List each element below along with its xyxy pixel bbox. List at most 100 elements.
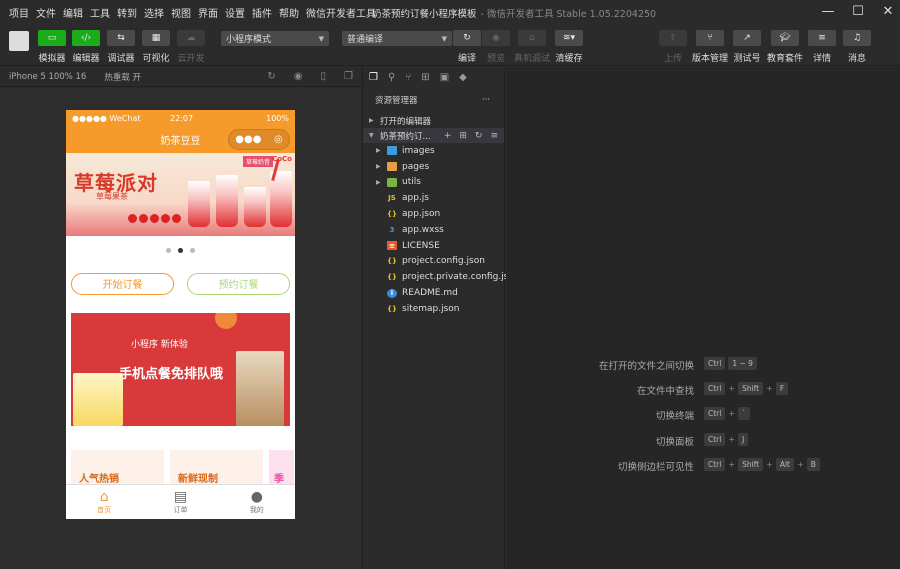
tab-profile[interactable]: ● 我的 (219, 485, 295, 519)
mini-program-capsule: ●●● ◎ (228, 129, 290, 150)
remote-debug-button[interactable]: ⌂ (518, 30, 546, 46)
menu-edit[interactable]: 编辑 (63, 5, 83, 20)
tree-item-label: project.private.config.js... (401, 272, 517, 283)
avatar[interactable] (9, 31, 29, 51)
upload-button[interactable]: ⇪ (659, 30, 687, 46)
tree-file-sitemap[interactable]: {} sitemap.json (363, 301, 504, 317)
version-button[interactable]: ⑂ (696, 30, 724, 46)
simulator-button[interactable]: ▭ (38, 30, 66, 46)
visual-button[interactable]: ▦ (142, 30, 170, 46)
maximize-icon[interactable]: ☐ (843, 4, 873, 19)
activity-bar: ❐ ⚲ ⑂ ⊞ ▣ ◆ (363, 67, 504, 87)
menu-file[interactable]: 文件 (36, 5, 56, 20)
chevron-down-icon: ▼ (369, 132, 374, 139)
promo-head: 小程序 新体验 (131, 340, 188, 350)
rotate-icon[interactable]: ↻ (267, 71, 275, 82)
files-icon[interactable]: ❐ (369, 72, 378, 83)
project-section[interactable]: ▼ 奶茶预约订... + ⊞ ↻ ≡ (363, 128, 504, 143)
carousel-dot[interactable] (166, 247, 171, 253)
category-label: 人气热销 (79, 474, 119, 485)
branch-icon: ⑂ (707, 33, 713, 43)
detach-window-icon[interactable]: ❐ (344, 71, 353, 82)
compile-select[interactable]: 普通编译 ▼ (342, 31, 452, 46)
menu-lines-icon: ≡ (818, 33, 826, 43)
open-editors-section[interactable]: ▶ 打开的编辑器 (363, 113, 504, 128)
graduation-cap-icon: 🎓︎ (779, 33, 791, 43)
compile-button[interactable]: ↻ (453, 30, 481, 46)
more-actions-icon[interactable]: ··· (482, 95, 490, 105)
more-dots-icon[interactable]: ●●● (235, 134, 261, 145)
tree-item-label: app.json (402, 209, 441, 220)
tree-file-project-config[interactable]: {} project.config.json (363, 254, 504, 270)
shortcut-keys: Ctrl + Shift + Alt + B (704, 458, 820, 471)
extensions-icon[interactable]: ⊞ (421, 72, 429, 83)
debug-panel-icon[interactable]: ▣ (440, 72, 449, 83)
close-circle-icon[interactable]: ◎ (274, 134, 283, 145)
tree-file-readme[interactable]: i README.md (363, 285, 504, 301)
tree-folder-utils[interactable]: ▶ utils (363, 175, 504, 191)
tree-file-app-wxss[interactable]: 3 app.wxss (363, 222, 504, 238)
key: J (738, 433, 749, 446)
source-control-icon[interactable]: ⑂ (405, 72, 411, 83)
editor-label: 编辑器 (72, 54, 100, 64)
start-order-button[interactable]: 开始订餐 (71, 272, 174, 295)
messages-button[interactable]: ♫ (843, 30, 871, 46)
json-file-icon: {} (387, 304, 397, 313)
test-account-button[interactable]: ↗ (733, 30, 761, 46)
tree-file-app-js[interactable]: JS app.js (363, 190, 504, 206)
carousel-dot-active[interactable] (178, 247, 183, 253)
simulator-actions: ↻ ◉ ▯ ❐ (267, 71, 353, 82)
device-select[interactable]: iPhone 5 100% 16 (9, 72, 86, 82)
mode-select[interactable]: 小程序模式 ▼ (221, 31, 329, 46)
refresh-icon: ↻ (463, 33, 471, 43)
user-icon: ● (250, 489, 263, 505)
minimize-icon[interactable]: — (813, 4, 843, 19)
tree-folder-images[interactable]: ▶ images (363, 143, 504, 159)
tab-home[interactable]: ⌂ 首页 (66, 485, 142, 519)
menu-goto[interactable]: 转到 (117, 5, 137, 20)
tab-orders[interactable]: ▤ 订单 (142, 485, 218, 519)
visual-label: 可视化 (142, 54, 170, 64)
banner-carousel[interactable]: 草莓派对 草莓果茶 草莓奶昔 CoCo (66, 153, 295, 236)
toolbar: ▭ 模拟器 ‹/› 编辑器 ⇆ 调试器 ▦ 可视化 ☁ 云开发 小程序模式 ▼ 普… (0, 24, 900, 66)
menu-interface[interactable]: 界面 (198, 5, 218, 20)
record-icon[interactable]: ◉ (294, 71, 303, 82)
collapse-all-icon[interactable]: ≡ (490, 131, 498, 141)
cloud-label: 云开发 (177, 54, 205, 64)
carousel-dot[interactable] (190, 247, 195, 253)
tree-folder-pages[interactable]: ▶ pages (363, 159, 504, 175)
hot-reload-toggle[interactable]: 热重载 开 (104, 71, 141, 83)
new-file-icon[interactable]: + (444, 131, 452, 141)
tree-file-app-json[interactable]: {} app.json (363, 206, 504, 222)
cloud-button[interactable]: ☁ (177, 30, 205, 46)
close-icon[interactable]: ✕ (873, 4, 900, 19)
tree-item-label: LICENSE (402, 240, 440, 251)
menu-view[interactable]: 视图 (171, 5, 191, 20)
key: B (806, 458, 820, 471)
editor-button[interactable]: ‹/› (72, 30, 100, 46)
menu-wechat-devtools[interactable]: 微信开发者工具 (306, 5, 376, 20)
menu-project[interactable]: 项目 (9, 5, 29, 20)
preview-button[interactable]: ◉ (482, 30, 510, 46)
search-icon[interactable]: ⚲ (388, 72, 395, 83)
menu-select[interactable]: 选择 (144, 5, 164, 20)
menu-help[interactable]: 帮助 (279, 5, 299, 20)
phone-icon[interactable]: ▯ (321, 71, 327, 82)
order-list-icon: ▤ (173, 489, 188, 505)
refresh-icon[interactable]: ↻ (475, 131, 483, 141)
menu-tools[interactable]: 工具 (90, 5, 110, 20)
details-button[interactable]: ≡ (808, 30, 836, 46)
clear-cache-button[interactable]: ≋▾ (555, 30, 583, 46)
cloud-icon: ☁ (186, 33, 196, 43)
menu-settings[interactable]: 设置 (225, 5, 245, 20)
menu-plugins[interactable]: 插件 (252, 5, 272, 20)
reserve-order-button[interactable]: 预约订餐 (187, 272, 290, 295)
tree-file-license[interactable]: ≡ LICENSE (363, 238, 504, 254)
promo-banner[interactable]: 小程序 新体验 手机点餐免排队哦 (71, 313, 290, 426)
docker-icon[interactable]: ◆ (459, 72, 467, 83)
key: 1 ~ 9 (728, 357, 757, 370)
tree-file-project-private-config[interactable]: {} project.private.config.js... (363, 269, 517, 285)
new-folder-icon[interactable]: ⊞ (459, 131, 467, 141)
debugger-button[interactable]: ⇆ (107, 30, 135, 46)
edu-button[interactable]: 🎓︎ (771, 30, 799, 46)
